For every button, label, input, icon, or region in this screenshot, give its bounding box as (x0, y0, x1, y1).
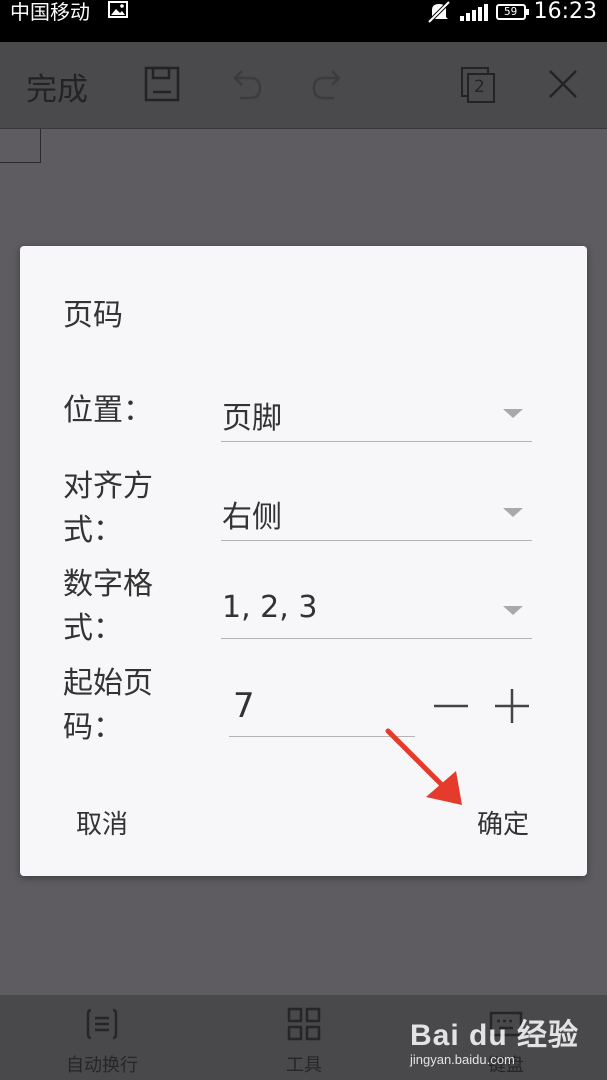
pages-count: 2 (474, 77, 485, 97)
auto-wrap-button[interactable]: 自动换行 (42, 995, 162, 1080)
page-number-dialog: 页码 位置： 页脚 对齐方式： 右侧 数字格式： 1, 2, 3 起始页码： 7… (20, 246, 587, 876)
dropdown-arrow-icon (503, 606, 523, 615)
position-value: 页脚 (222, 401, 282, 436)
dropdown-arrow-icon (503, 508, 523, 517)
done-button[interactable]: 完成 (26, 64, 88, 109)
editor-toolbar: 完成 2 (0, 42, 607, 129)
confirm-button[interactable]: 确定 (477, 804, 529, 841)
number-format-select[interactable]: 1, 2, 3 (221, 584, 532, 639)
carrier-name: 中国移动 (10, 0, 90, 24)
signal-icon (459, 3, 488, 21)
decrement-icon[interactable] (431, 686, 471, 726)
grid-icon (287, 1007, 321, 1041)
wrap-icon (86, 1008, 118, 1040)
redo-icon[interactable] (308, 64, 348, 104)
watermark-logo: Bai du 经验 (409, 1019, 579, 1052)
dialog-title: 页码 (63, 298, 123, 333)
alignment-select[interactable]: 右侧 (221, 486, 532, 541)
start-page-value: 7 (233, 686, 255, 726)
close-icon[interactable] (543, 64, 583, 104)
battery-icon: 59 (495, 4, 529, 20)
clock: 16:23 (533, 0, 597, 24)
dropdown-arrow-icon (503, 409, 523, 418)
save-icon[interactable] (142, 64, 182, 104)
page-corner-mark (0, 129, 41, 163)
number-format-label: 数字格式： (63, 567, 153, 646)
image-notification-icon (108, 1, 128, 18)
watermark-url: jingyan.baidu.com (409, 1052, 515, 1067)
auto-wrap-label: 自动换行 (66, 1055, 138, 1076)
start-page-label: 起始页码： (63, 666, 153, 745)
alignment-value: 右侧 (222, 500, 282, 535)
undo-icon[interactable] (226, 64, 266, 104)
annotation-arrow-icon (385, 728, 462, 805)
mute-icon (427, 1, 451, 23)
cancel-button[interactable]: 取消 (76, 804, 128, 841)
status-bar: 中国移动 59 16:23 (0, 0, 607, 42)
increment-icon[interactable] (492, 686, 532, 726)
baidu-jingyan-watermark: Bai du 经验 jingyan.baidu.com (410, 1010, 579, 1067)
alignment-label: 对齐方式： (63, 469, 153, 548)
position-label: 位置： (63, 393, 153, 428)
position-select[interactable]: 页脚 (221, 387, 532, 442)
number-format-value: 1, 2, 3 (222, 590, 318, 625)
tools-label: 工具 (286, 1055, 322, 1076)
pages-button[interactable]: 2 (458, 64, 498, 104)
tools-button[interactable]: 工具 (244, 995, 364, 1080)
